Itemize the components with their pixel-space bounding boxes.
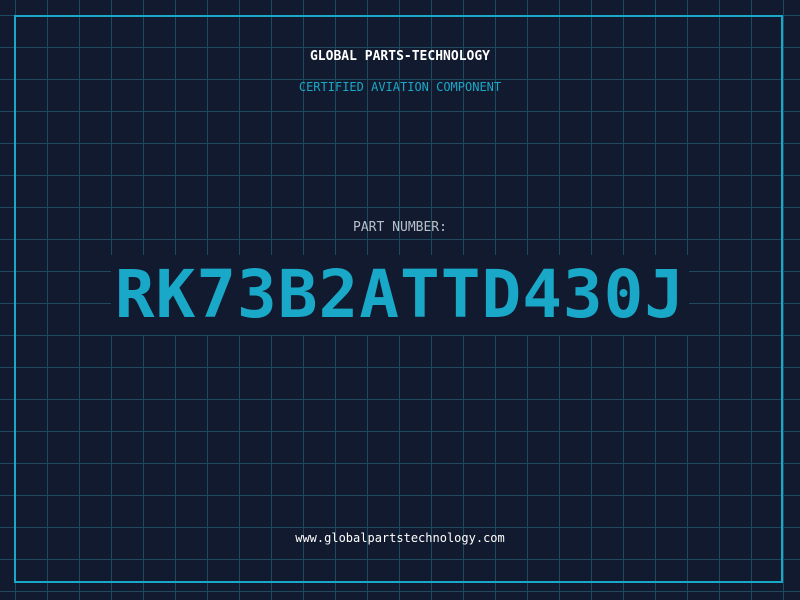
part-number-value: RK73B2ATTD430J xyxy=(110,255,690,335)
label-canvas: GLOBAL PARTS-TECHNOLOGY CERTIFIED AVIATI… xyxy=(0,0,800,600)
part-number-container: RK73B2ATTD430J xyxy=(0,255,800,335)
part-number-label: PART NUMBER: xyxy=(353,220,447,235)
website-link[interactable]: www.globalpartstechnology.com xyxy=(0,531,800,545)
company-name: GLOBAL PARTS-TECHNOLOGY xyxy=(309,49,490,64)
certification-subtitle: CERTIFIED AVIATION COMPONENT xyxy=(298,80,502,94)
